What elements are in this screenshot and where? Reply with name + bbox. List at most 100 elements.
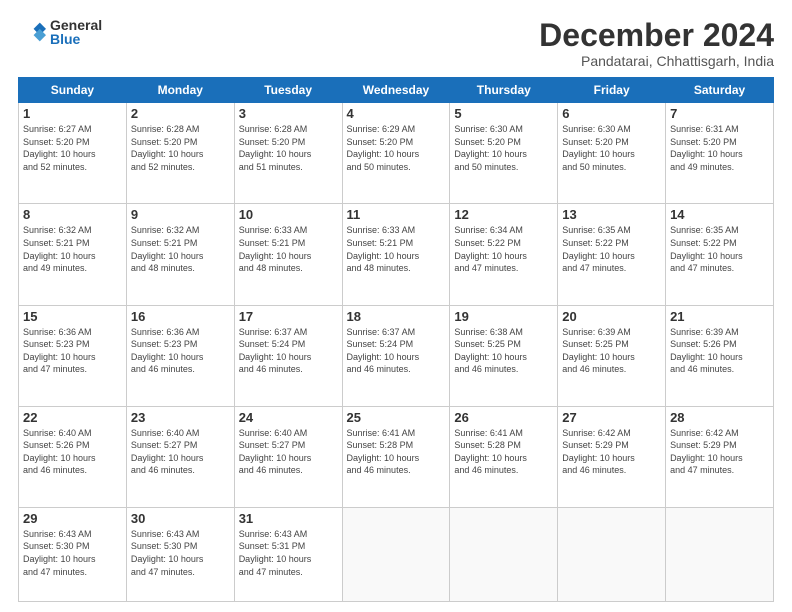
day-number: 25 (347, 410, 446, 425)
table-row (558, 507, 666, 601)
day-info: Sunrise: 6:27 AM Sunset: 5:20 PM Dayligh… (23, 123, 122, 173)
day-info: Sunrise: 6:30 AM Sunset: 5:20 PM Dayligh… (562, 123, 661, 173)
table-row (450, 507, 558, 601)
day-number: 12 (454, 207, 553, 222)
calendar-row: 22 Sunrise: 6:40 AM Sunset: 5:26 PM Dayl… (19, 406, 774, 507)
table-row: 26 Sunrise: 6:41 AM Sunset: 5:28 PM Dayl… (450, 406, 558, 507)
day-info: Sunrise: 6:30 AM Sunset: 5:20 PM Dayligh… (454, 123, 553, 173)
day-info: Sunrise: 6:29 AM Sunset: 5:20 PM Dayligh… (347, 123, 446, 173)
day-number: 31 (239, 511, 338, 526)
col-saturday: Saturday (666, 78, 774, 103)
day-number: 20 (562, 309, 661, 324)
logo: General Blue (18, 18, 102, 46)
logo-blue: Blue (50, 32, 102, 46)
day-info: Sunrise: 6:37 AM Sunset: 5:24 PM Dayligh… (347, 326, 446, 376)
table-row: 8 Sunrise: 6:32 AM Sunset: 5:21 PM Dayli… (19, 204, 127, 305)
table-row: 14 Sunrise: 6:35 AM Sunset: 5:22 PM Dayl… (666, 204, 774, 305)
day-info: Sunrise: 6:43 AM Sunset: 5:30 PM Dayligh… (131, 528, 230, 578)
table-row: 13 Sunrise: 6:35 AM Sunset: 5:22 PM Dayl… (558, 204, 666, 305)
day-number: 22 (23, 410, 122, 425)
col-sunday: Sunday (19, 78, 127, 103)
table-row: 16 Sunrise: 6:36 AM Sunset: 5:23 PM Dayl… (126, 305, 234, 406)
day-number: 1 (23, 106, 122, 121)
day-number: 4 (347, 106, 446, 121)
day-number: 8 (23, 207, 122, 222)
calendar-row: 29 Sunrise: 6:43 AM Sunset: 5:30 PM Dayl… (19, 507, 774, 601)
day-number: 7 (670, 106, 769, 121)
table-row: 22 Sunrise: 6:40 AM Sunset: 5:26 PM Dayl… (19, 406, 127, 507)
table-row: 2 Sunrise: 6:28 AM Sunset: 5:20 PM Dayli… (126, 103, 234, 204)
day-number: 15 (23, 309, 122, 324)
day-info: Sunrise: 6:40 AM Sunset: 5:27 PM Dayligh… (239, 427, 338, 477)
calendar: Sunday Monday Tuesday Wednesday Thursday… (18, 77, 774, 602)
col-wednesday: Wednesday (342, 78, 450, 103)
table-row: 12 Sunrise: 6:34 AM Sunset: 5:22 PM Dayl… (450, 204, 558, 305)
table-row (666, 507, 774, 601)
day-number: 10 (239, 207, 338, 222)
table-row: 3 Sunrise: 6:28 AM Sunset: 5:20 PM Dayli… (234, 103, 342, 204)
day-number: 14 (670, 207, 769, 222)
table-row: 4 Sunrise: 6:29 AM Sunset: 5:20 PM Dayli… (342, 103, 450, 204)
month-title: December 2024 (539, 18, 774, 53)
logo-icon (18, 18, 46, 46)
table-row: 5 Sunrise: 6:30 AM Sunset: 5:20 PM Dayli… (450, 103, 558, 204)
table-row: 10 Sunrise: 6:33 AM Sunset: 5:21 PM Dayl… (234, 204, 342, 305)
logo-general: General (50, 18, 102, 32)
day-number: 26 (454, 410, 553, 425)
table-row: 31 Sunrise: 6:43 AM Sunset: 5:31 PM Dayl… (234, 507, 342, 601)
table-row: 23 Sunrise: 6:40 AM Sunset: 5:27 PM Dayl… (126, 406, 234, 507)
day-info: Sunrise: 6:42 AM Sunset: 5:29 PM Dayligh… (670, 427, 769, 477)
calendar-table: Sunday Monday Tuesday Wednesday Thursday… (18, 77, 774, 602)
table-row: 18 Sunrise: 6:37 AM Sunset: 5:24 PM Dayl… (342, 305, 450, 406)
day-number: 11 (347, 207, 446, 222)
calendar-row: 8 Sunrise: 6:32 AM Sunset: 5:21 PM Dayli… (19, 204, 774, 305)
day-info: Sunrise: 6:37 AM Sunset: 5:24 PM Dayligh… (239, 326, 338, 376)
table-row: 6 Sunrise: 6:30 AM Sunset: 5:20 PM Dayli… (558, 103, 666, 204)
day-number: 30 (131, 511, 230, 526)
day-info: Sunrise: 6:42 AM Sunset: 5:29 PM Dayligh… (562, 427, 661, 477)
day-info: Sunrise: 6:43 AM Sunset: 5:30 PM Dayligh… (23, 528, 122, 578)
logo-text: General Blue (50, 18, 102, 46)
day-number: 3 (239, 106, 338, 121)
table-row: 20 Sunrise: 6:39 AM Sunset: 5:25 PM Dayl… (558, 305, 666, 406)
day-number: 23 (131, 410, 230, 425)
day-number: 2 (131, 106, 230, 121)
day-number: 19 (454, 309, 553, 324)
day-number: 18 (347, 309, 446, 324)
day-info: Sunrise: 6:39 AM Sunset: 5:26 PM Dayligh… (670, 326, 769, 376)
header-row: Sunday Monday Tuesday Wednesday Thursday… (19, 78, 774, 103)
location: Pandatarai, Chhattisgarh, India (539, 53, 774, 69)
day-number: 5 (454, 106, 553, 121)
table-row: 19 Sunrise: 6:38 AM Sunset: 5:25 PM Dayl… (450, 305, 558, 406)
day-number: 13 (562, 207, 661, 222)
col-thursday: Thursday (450, 78, 558, 103)
title-block: December 2024 Pandatarai, Chhattisgarh, … (539, 18, 774, 69)
day-number: 28 (670, 410, 769, 425)
day-info: Sunrise: 6:32 AM Sunset: 5:21 PM Dayligh… (131, 224, 230, 274)
day-info: Sunrise: 6:28 AM Sunset: 5:20 PM Dayligh… (239, 123, 338, 173)
day-info: Sunrise: 6:32 AM Sunset: 5:21 PM Dayligh… (23, 224, 122, 274)
table-row: 17 Sunrise: 6:37 AM Sunset: 5:24 PM Dayl… (234, 305, 342, 406)
day-number: 24 (239, 410, 338, 425)
day-info: Sunrise: 6:40 AM Sunset: 5:26 PM Dayligh… (23, 427, 122, 477)
day-info: Sunrise: 6:40 AM Sunset: 5:27 PM Dayligh… (131, 427, 230, 477)
day-info: Sunrise: 6:38 AM Sunset: 5:25 PM Dayligh… (454, 326, 553, 376)
day-info: Sunrise: 6:28 AM Sunset: 5:20 PM Dayligh… (131, 123, 230, 173)
header: General Blue December 2024 Pandatarai, C… (18, 18, 774, 69)
table-row: 25 Sunrise: 6:41 AM Sunset: 5:28 PM Dayl… (342, 406, 450, 507)
table-row: 24 Sunrise: 6:40 AM Sunset: 5:27 PM Dayl… (234, 406, 342, 507)
table-row (342, 507, 450, 601)
day-info: Sunrise: 6:36 AM Sunset: 5:23 PM Dayligh… (23, 326, 122, 376)
calendar-row: 15 Sunrise: 6:36 AM Sunset: 5:23 PM Dayl… (19, 305, 774, 406)
day-number: 16 (131, 309, 230, 324)
col-tuesday: Tuesday (234, 78, 342, 103)
table-row: 29 Sunrise: 6:43 AM Sunset: 5:30 PM Dayl… (19, 507, 127, 601)
day-number: 17 (239, 309, 338, 324)
table-row: 9 Sunrise: 6:32 AM Sunset: 5:21 PM Dayli… (126, 204, 234, 305)
day-info: Sunrise: 6:34 AM Sunset: 5:22 PM Dayligh… (454, 224, 553, 274)
day-number: 21 (670, 309, 769, 324)
day-number: 9 (131, 207, 230, 222)
day-info: Sunrise: 6:33 AM Sunset: 5:21 PM Dayligh… (239, 224, 338, 274)
day-info: Sunrise: 6:43 AM Sunset: 5:31 PM Dayligh… (239, 528, 338, 578)
table-row: 30 Sunrise: 6:43 AM Sunset: 5:30 PM Dayl… (126, 507, 234, 601)
